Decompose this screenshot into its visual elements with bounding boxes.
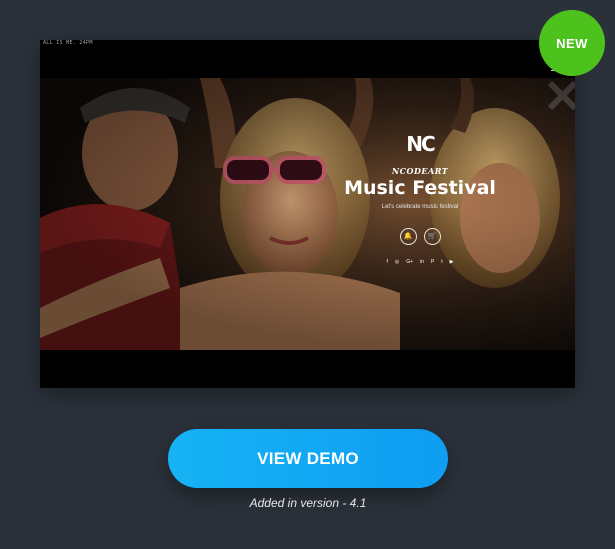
linkedin-icon[interactable]: in xyxy=(420,259,424,265)
hero-title: Music Festival xyxy=(344,177,496,199)
brand-name: NCODEART xyxy=(391,166,449,176)
new-badge: NEW xyxy=(539,10,605,76)
cart-icon[interactable]: 🛒 xyxy=(423,228,441,245)
preview-bottom-bar xyxy=(40,350,575,388)
facebook-icon[interactable]: f xyxy=(386,259,387,265)
youtube-icon[interactable]: ▶ xyxy=(450,259,454,265)
page: ALL IS ME. 24PM NC NCODEART Music Festiv… xyxy=(0,0,615,549)
view-demo-button[interactable]: VIEW DEMO xyxy=(168,429,448,488)
demo-preview-card[interactable]: ALL IS ME. 24PM NC NCODEART Music Festiv… xyxy=(40,40,575,388)
hero-image: NC NCODEART Music Festival Let's celebra… xyxy=(40,78,575,350)
google-plus-icon[interactable]: G+ xyxy=(406,259,413,265)
version-note: Added in version - 4.1 xyxy=(249,496,367,510)
social-links: f ◎ G+ in P t ▶ xyxy=(340,259,500,265)
bell-icon[interactable]: 🔔 xyxy=(399,228,417,245)
nc-logo: NC xyxy=(406,132,435,156)
dribbble-icon[interactable]: ◎ xyxy=(395,259,399,265)
twitter-icon[interactable]: t xyxy=(441,259,442,265)
hero-action-buttons: 🔔 🛒 xyxy=(340,228,500,245)
hero-content: NC NCODEART Music Festival Let's celebra… xyxy=(340,132,500,265)
hero-subtitle: Let's celebrate music festival xyxy=(381,204,459,210)
preview-tiny-text: ALL IS ME. 24PM xyxy=(43,40,93,46)
pinterest-icon[interactable]: P xyxy=(431,259,434,265)
preview-top-bar: ALL IS ME. 24PM xyxy=(40,40,575,78)
